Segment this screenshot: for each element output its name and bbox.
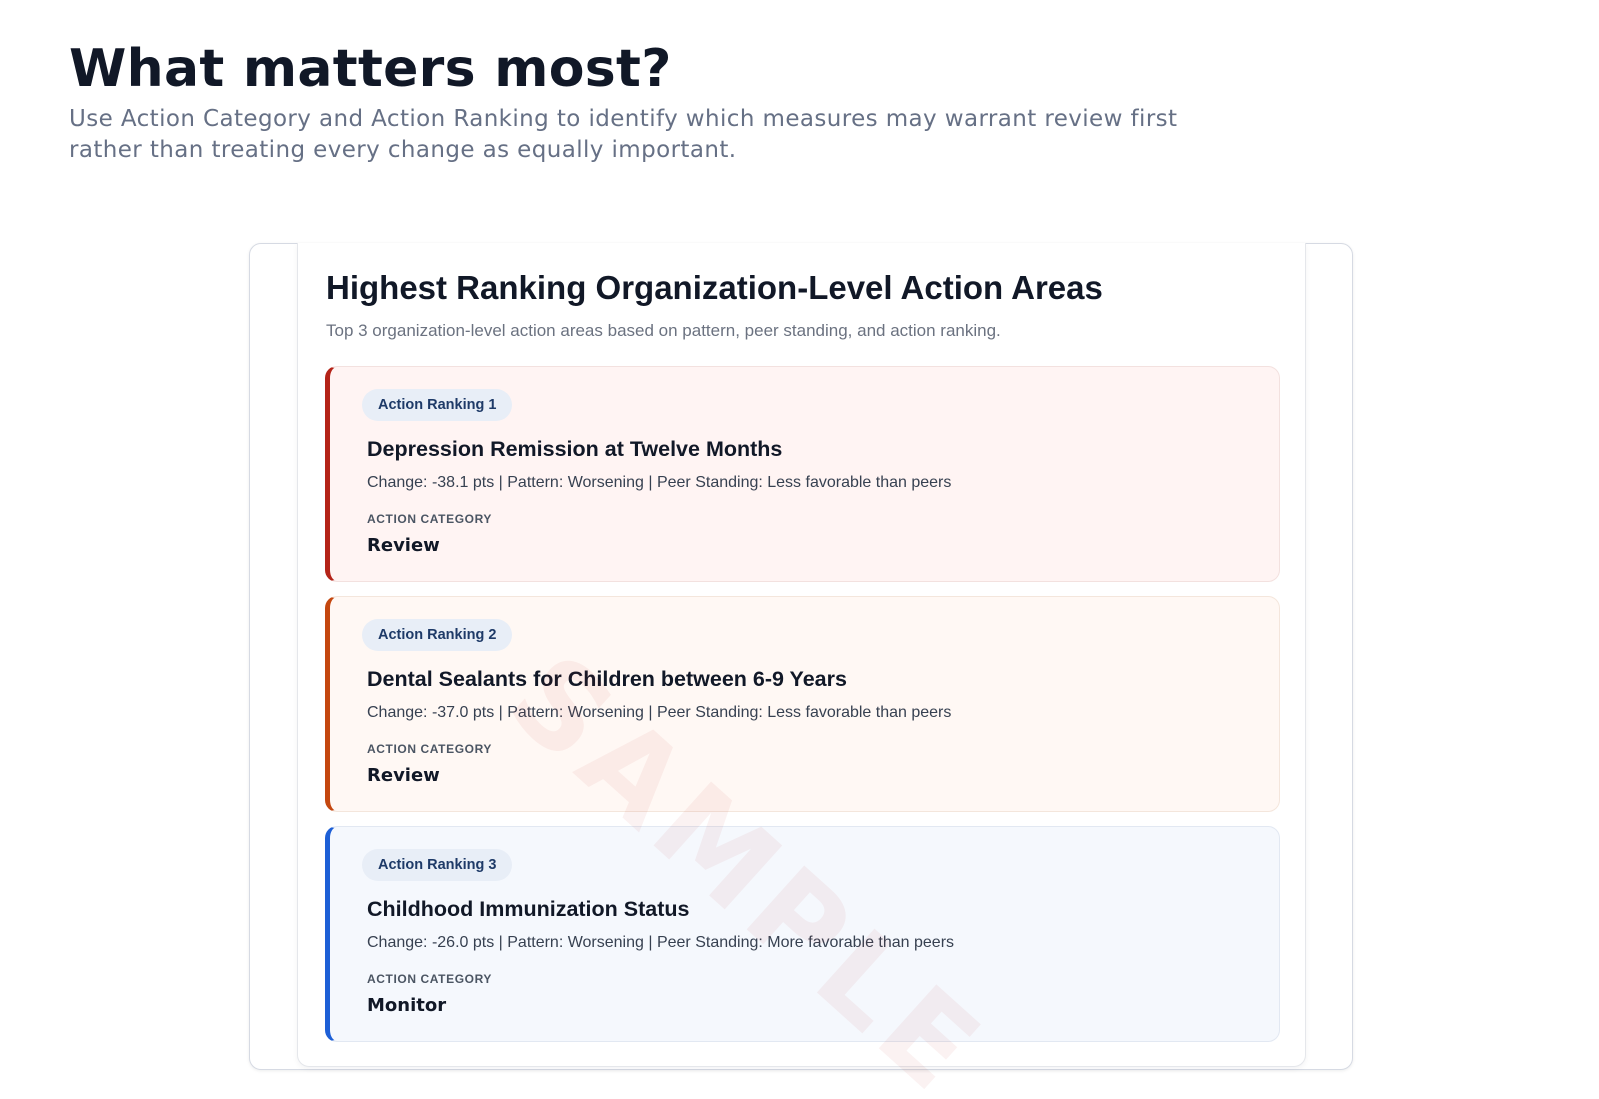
page-subtitle: Use Action Category and Action Ranking t…	[69, 106, 1178, 163]
page-title: What matters most?	[69, 39, 672, 99]
panel-subtitle: Top 3 organization-level action areas ba…	[326, 321, 1001, 340]
action-category-label: ACTION CATEGORY	[367, 972, 492, 986]
action-ranking-badge: Action Ranking 1	[362, 389, 513, 421]
measure-title: Depression Remission at Twelve Months	[367, 437, 783, 461]
page: What matters most? Use Action Category a…	[0, 0, 1599, 1099]
measure-title: Dental Sealants for Children between 6-9…	[367, 667, 847, 691]
action-category-value: Monitor	[367, 995, 447, 1016]
action-card-2: Action Ranking 2 Dental Sealants for Chi…	[325, 596, 1280, 812]
measure-details: Change: -37.0 pts | Pattern: Worsening |…	[367, 704, 952, 721]
action-category-label: ACTION CATEGORY	[367, 742, 492, 756]
action-ranking-badge: Action Ranking 2	[362, 619, 513, 651]
measure-title: Childhood Immunization Status	[367, 897, 690, 921]
action-category-value: Review	[367, 535, 440, 556]
action-card-3: Action Ranking 3 Childhood Immunization …	[325, 826, 1280, 1042]
action-category-label: ACTION CATEGORY	[367, 512, 492, 526]
panel-title: Highest Ranking Organization-Level Actio…	[326, 269, 1103, 306]
action-ranking-badge: Action Ranking 3	[362, 849, 513, 881]
measure-details: Change: -26.0 pts | Pattern: Worsening |…	[367, 934, 955, 951]
action-category-value: Review	[367, 765, 440, 786]
measure-details: Change: -38.1 pts | Pattern: Worsening |…	[367, 474, 952, 491]
action-card-1: Action Ranking 1 Depression Remission at…	[325, 366, 1280, 582]
